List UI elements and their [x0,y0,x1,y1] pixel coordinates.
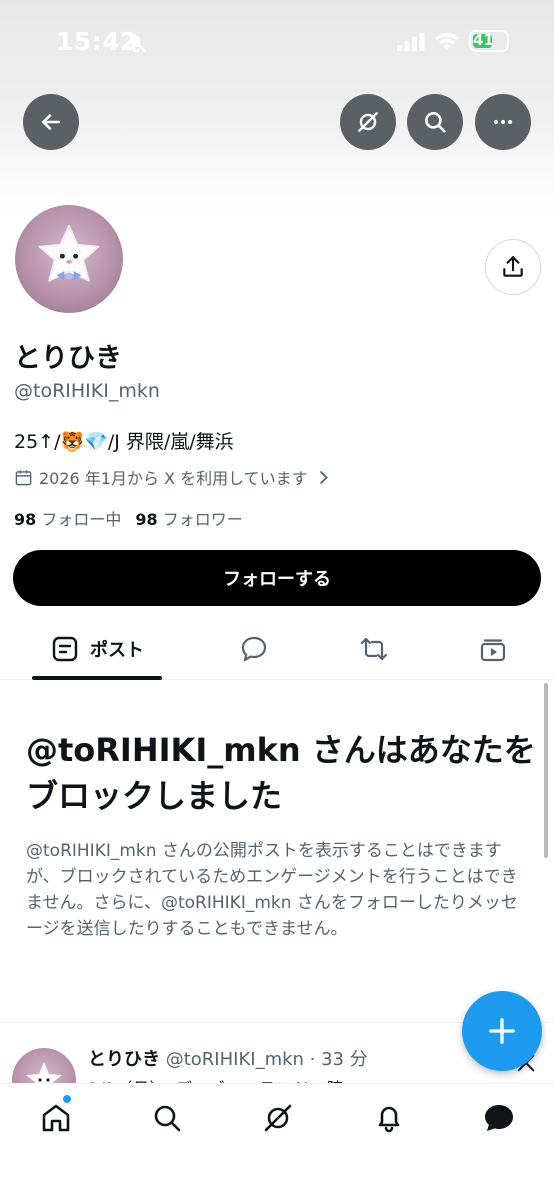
media-icon [480,639,506,662]
cellular-signal-icon [397,33,425,51]
scrollbar[interactable] [544,683,548,858]
chevron-right-icon [319,470,328,484]
profile-bio: 25↑/🐯💎/J 界隈/嵐/舞浜 [14,431,234,453]
calendar-icon [15,469,32,485]
bottom-navigation [0,1083,554,1200]
home-notification-dot [62,1094,72,1104]
follow-stats: 98 フォロー中 98 フォロワー [14,506,243,530]
profile-handle: @toRIHIKI_mkn [14,380,160,402]
blocked-notice-body: @toRIHIKI_mkn さんの公開ポストを表示することはできますが、ブロック… [26,841,518,939]
nav-search[interactable] [150,1101,184,1135]
nav-grok[interactable] [261,1101,295,1135]
status-bar: 15:42 41 [0,0,554,84]
arrow-left-icon [42,114,60,130]
following-link[interactable]: 98 フォロー中 [14,510,121,529]
search-icon [425,112,446,133]
grok-icon [264,1104,292,1132]
grok-icon [358,112,378,132]
post-header: とりひき @toRIHIKI_mkn · 33 分 [88,1045,368,1071]
replies-icon [241,636,267,662]
grok-button[interactable] [340,94,396,150]
battery-level: 41 [473,31,494,49]
joined-date-text: 2026 年1月から X を利用しています [39,469,308,488]
tab-replies[interactable] [224,618,284,680]
more-options-button[interactable] [475,94,531,150]
following-count: 98 [14,510,37,529]
post-author-name[interactable]: とりひき [88,1049,160,1070]
nav-home[interactable] [39,1101,73,1135]
nav-messages[interactable] [482,1101,516,1135]
posts-icon [52,636,78,662]
follow-button[interactable]: フォローする [13,550,541,606]
tab-media[interactable] [463,618,523,680]
tab-reposts[interactable] [344,618,404,680]
wifi-icon [435,33,459,50]
following-label: フォロー中 [41,510,122,529]
display-name: とりひき [14,343,122,374]
joined-date[interactable]: 2026 年1月から X を利用しています [14,465,333,489]
share-button[interactable] [485,239,541,295]
compose-post-button[interactable] [462,991,542,1071]
profile-tabs: ポスト [0,618,554,680]
followers-label: フォロワー [162,510,243,529]
messages-icon [485,1105,513,1131]
share-icon [503,256,523,277]
active-tab-indicator [32,676,162,680]
search-icon [154,1105,181,1132]
home-icon [42,1104,70,1132]
more-horizontal-icon [493,119,513,125]
search-button[interactable] [407,94,463,150]
blocked-notice-title: @toRIHIKI_mkn さんはあなたをブロックしました [26,731,536,815]
avatar-plush-image [38,224,100,282]
plus-icon [489,1018,515,1044]
followers-count: 98 [135,510,158,529]
tab-posts-label: ポスト [90,640,144,661]
reposts-icon [360,637,388,661]
back-button[interactable] [23,94,79,150]
post-author-meta: @toRIHIKI_mkn · 33 分 [165,1049,368,1070]
followers-link[interactable]: 98 フォロワー [135,510,242,529]
profile-avatar[interactable] [12,202,126,316]
nav-notifications[interactable] [372,1101,406,1135]
tab-posts[interactable]: ポスト [32,618,162,680]
notifications-icon [378,1106,400,1133]
bell-off-icon [125,31,147,53]
